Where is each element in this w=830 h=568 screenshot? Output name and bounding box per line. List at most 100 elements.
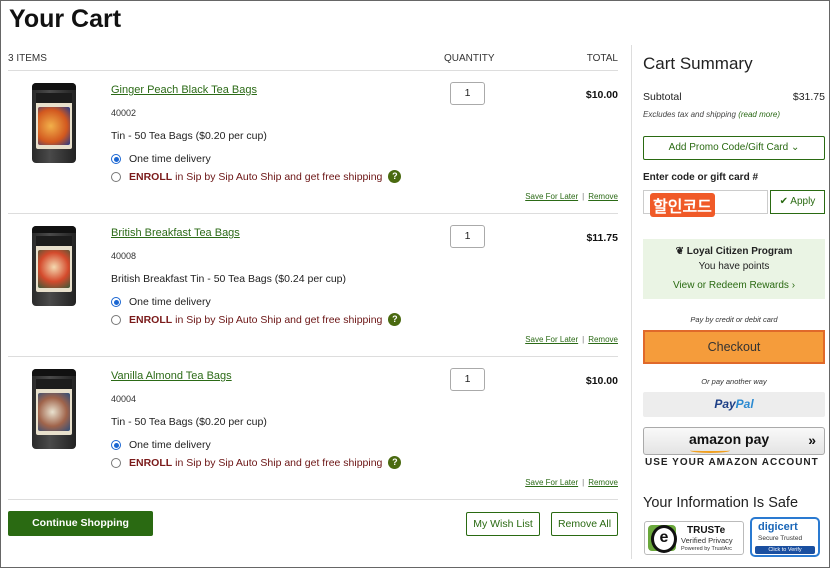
checkout-button[interactable]: Checkout (643, 330, 825, 364)
save-for-later-link[interactable]: Save For Later (525, 335, 578, 344)
total-header: TOTAL (586, 53, 618, 64)
one-time-delivery-radio[interactable]: One time delivery (111, 439, 211, 451)
radio-selected-icon (111, 297, 121, 307)
promo-code-value: 할인코드 (650, 193, 715, 217)
help-icon[interactable]: ? (388, 456, 402, 469)
radio-selected-icon (111, 154, 121, 164)
safe-title: Your Information Is Safe (643, 495, 799, 511)
page-title: Your Cart (9, 5, 122, 33)
apply-label: Apply (790, 196, 816, 207)
quantity-input[interactable]: 1 (450, 82, 485, 105)
one-time-delivery-radio[interactable]: One time delivery (111, 296, 211, 308)
chevron-right-icon: › (791, 280, 796, 291)
product-description: Tin - 50 Tea Bags ($0.20 per cup) (111, 130, 267, 142)
quantity-input[interactable]: 1 (450, 225, 485, 248)
digicert-badge[interactable]: digicert Secure Trusted Click to Verify (750, 517, 820, 557)
code-label: Enter code or gift card # (643, 172, 759, 183)
item-actions: Save For Later | Remove (525, 192, 618, 201)
autoship-label: in Sip by Sip Auto Ship and get free shi… (175, 456, 383, 469)
radio-empty-icon (111, 457, 121, 468)
wish-list-button[interactable]: My Wish List (466, 512, 540, 536)
truste-badge[interactable]: TRUSTe Verified Privacy Powered by Trust… (644, 521, 744, 555)
column-divider (631, 45, 632, 559)
autoship-label: in Sip by Sip Auto Ship and get free shi… (175, 170, 383, 183)
leaf-icon: ❦ (675, 246, 685, 257)
truste-icon (648, 525, 677, 553)
product-name-link[interactable]: Ginger Peach Black Tea Bags (111, 84, 257, 96)
digicert-line1: Secure Trusted (758, 535, 803, 542)
one-time-delivery-label: One time delivery (129, 153, 211, 165)
radio-empty-icon (111, 171, 121, 182)
promo-code-input[interactable]: 할인코드 (643, 190, 768, 217)
cart-item: Vanilla Almond Tea Bags 40004 Tin - 50 T… (8, 357, 618, 500)
enroll-autoship-radio[interactable]: ENROLL in Sip by Sip Auto Ship and get fr… (111, 170, 402, 183)
truste-line1: Verified Privacy (681, 536, 733, 545)
remove-all-button[interactable]: Remove All (551, 512, 618, 536)
loyalty-points: You have points (698, 261, 770, 272)
cart-item: Ginger Peach Black Tea Bags 40002 Tin - … (8, 71, 618, 214)
radio-selected-icon (111, 440, 121, 450)
autoship-label: in Sip by Sip Auto Ship and get free shi… (175, 313, 383, 326)
cart-header-row: 3 ITEMS QUANTITY TOTAL (8, 45, 618, 71)
redeem-rewards-link[interactable]: View or Redeem Rewards › (643, 280, 825, 291)
promo-code-button[interactable]: Add Promo Code/Gift Card ⌄ (643, 136, 825, 160)
enroll-label: ENROLL (129, 456, 173, 469)
enroll-label: ENROLL (129, 313, 173, 326)
product-sku: 40002 (111, 108, 137, 118)
one-time-delivery-label: One time delivery (129, 296, 211, 308)
amazon-account-note: USE YOUR AMAZON ACCOUNT (645, 457, 819, 468)
remove-link[interactable]: Remove (588, 335, 618, 344)
digicert-name: digicert (758, 521, 798, 533)
chevron-down-icon: ⌄ (790, 142, 800, 153)
amazon-smile-icon (690, 448, 730, 453)
subtotal-label: Subtotal (643, 91, 682, 103)
save-for-later-link[interactable]: Save For Later (525, 192, 578, 201)
product-image[interactable] (32, 369, 76, 449)
product-description: Tin - 50 Tea Bags ($0.20 per cup) (111, 416, 267, 428)
check-icon: ✔ (779, 196, 789, 207)
item-actions: Save For Later | Remove (525, 335, 618, 344)
amazon-pay-button[interactable]: amazon pay » (643, 427, 825, 455)
loyalty-title: ❦ Loyal Citizen Program (643, 246, 825, 257)
double-chevron-icon: » (808, 432, 816, 448)
subtotal-value: $31.75 (792, 91, 825, 103)
digicert-verify: Click to Verify (755, 546, 815, 554)
item-total: $10.00 (585, 375, 618, 387)
quantity-input[interactable]: 1 (450, 368, 485, 391)
remove-link[interactable]: Remove (588, 192, 618, 201)
product-image[interactable] (32, 226, 76, 306)
product-image[interactable] (32, 83, 76, 163)
enroll-autoship-radio[interactable]: ENROLL in Sip by Sip Auto Ship and get fr… (111, 456, 402, 469)
tax-note-text: Excludes tax and shipping (643, 110, 736, 119)
paypal-logo-a: Pay (714, 397, 736, 411)
cart-item: British Breakfast Tea Bags 40008 British… (8, 214, 618, 357)
product-sku: 40008 (111, 251, 137, 261)
radio-empty-icon (111, 314, 121, 325)
product-sku: 40004 (111, 394, 137, 404)
product-name-link[interactable]: Vanilla Almond Tea Bags (111, 370, 232, 382)
link-separator: | (582, 478, 585, 487)
one-time-delivery-label: One time delivery (129, 439, 211, 451)
truste-name: TRUSTe (687, 525, 726, 536)
help-icon[interactable]: ? (388, 170, 402, 183)
remove-link[interactable]: Remove (588, 478, 618, 487)
enroll-label: ENROLL (129, 170, 173, 183)
cart-items-panel: 3 ITEMS QUANTITY TOTAL Ginger Peach Blac… (8, 45, 618, 500)
or-pay-note: Or pay another way (701, 377, 767, 386)
apply-button[interactable]: ✔ Apply (770, 190, 825, 214)
redeem-rewards-label: View or Redeem Rewards (672, 280, 789, 291)
help-icon[interactable]: ? (388, 313, 402, 326)
product-description: British Breakfast Tin - 50 Tea Bags ($0.… (111, 273, 347, 285)
link-separator: | (582, 192, 585, 201)
promo-code-label: Add Promo Code/Gift Card (668, 142, 789, 153)
read-more-link[interactable]: (read more) (738, 110, 780, 119)
save-for-later-link[interactable]: Save For Later (525, 478, 578, 487)
item-total: $11.75 (586, 232, 618, 244)
quantity-header: QUANTITY (444, 53, 495, 64)
continue-shopping-button[interactable]: Continue Shopping (8, 511, 153, 536)
enroll-autoship-radio[interactable]: ENROLL in Sip by Sip Auto Ship and get fr… (111, 313, 402, 326)
paypal-button[interactable]: PayPal (643, 392, 825, 417)
link-separator: | (582, 335, 585, 344)
one-time-delivery-radio[interactable]: One time delivery (111, 153, 211, 165)
product-name-link[interactable]: British Breakfast Tea Bags (111, 227, 240, 239)
